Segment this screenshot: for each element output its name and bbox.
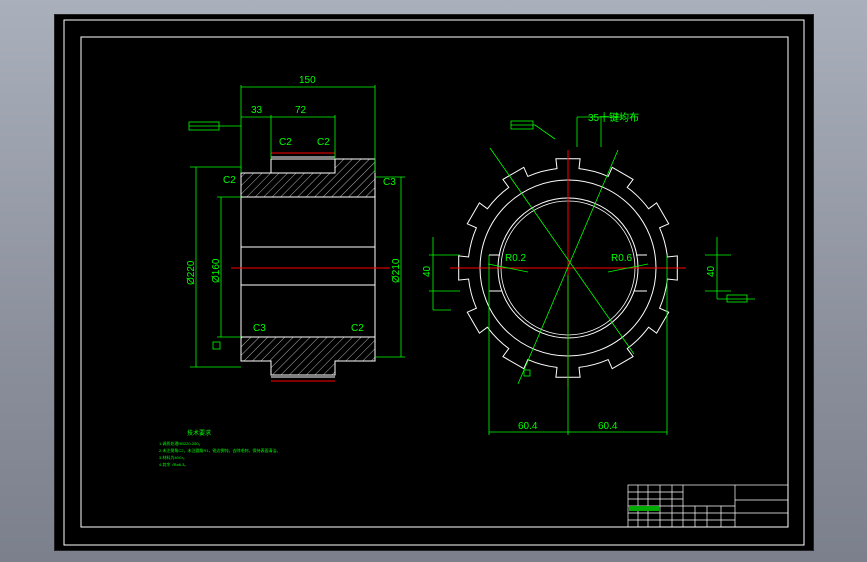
section-dimensions (188, 85, 405, 368)
tech-req-line-3: 3.材料为40Cr。 (159, 454, 187, 460)
label-radius-left: R0.2 (505, 253, 527, 264)
cad-viewport[interactable]: 150 33 72 C2 C2 C2 C3 C3 C2 Ø220 Ø160 Ø2… (54, 14, 814, 551)
dim-step-right: 72 (295, 105, 307, 116)
dim-half-width-right: 60.4 (598, 421, 618, 432)
drawing-canvas: 150 33 72 C2 C2 C2 C3 C3 C2 Ø220 Ø160 Ø2… (63, 19, 805, 546)
section-view (231, 152, 390, 382)
dim-40-right: 40 (706, 265, 717, 277)
label-radius-right: R0.6 (611, 253, 633, 264)
tech-req-line-4: 4.其余 √Ra6.3。 (159, 461, 188, 467)
dim-step-left: 33 (251, 105, 263, 116)
dim-half-width-left: 60.4 (518, 421, 538, 432)
dim-dia-bore: Ø160 (211, 258, 222, 283)
label-chamfer-c2-c: C2 (223, 175, 236, 186)
dim-40-left: 40 (422, 265, 433, 277)
tech-req-line-2: 2.未注倒角C2，未注圆角R1，锐边倒钝，去除毛刺，保持表面清洁。 (159, 447, 281, 453)
section-labels: 150 33 72 C2 C2 C2 C3 C3 C2 Ø220 Ø160 Ø2… (186, 75, 402, 334)
dim-overall-length: 150 (299, 75, 316, 86)
dim-dia-right: Ø210 (391, 258, 402, 283)
label-chamfer-c2-b: C2 (317, 137, 330, 148)
label-chamfer-c2-d: C2 (351, 323, 364, 334)
leader-diagonal-a (489, 147, 635, 355)
title-block (627, 484, 789, 528)
label-chamfer-c3-a: C3 (383, 177, 396, 188)
label-chamfer-c3-b: C3 (253, 323, 266, 334)
label-spline-callout: 35十键均布 (588, 111, 639, 124)
dim-dia-outer: Ø220 (186, 260, 197, 285)
technical-requirements: 技术要求 1.调质处理HB220-250。 2.未注倒角C2，未注圆角R1，锐边… (159, 429, 281, 467)
tech-req-title: 技术要求 (187, 429, 211, 437)
tech-req-line-1: 1.调质处理HB220-250。 (159, 440, 203, 446)
label-chamfer-c2-a: C2 (279, 137, 292, 148)
